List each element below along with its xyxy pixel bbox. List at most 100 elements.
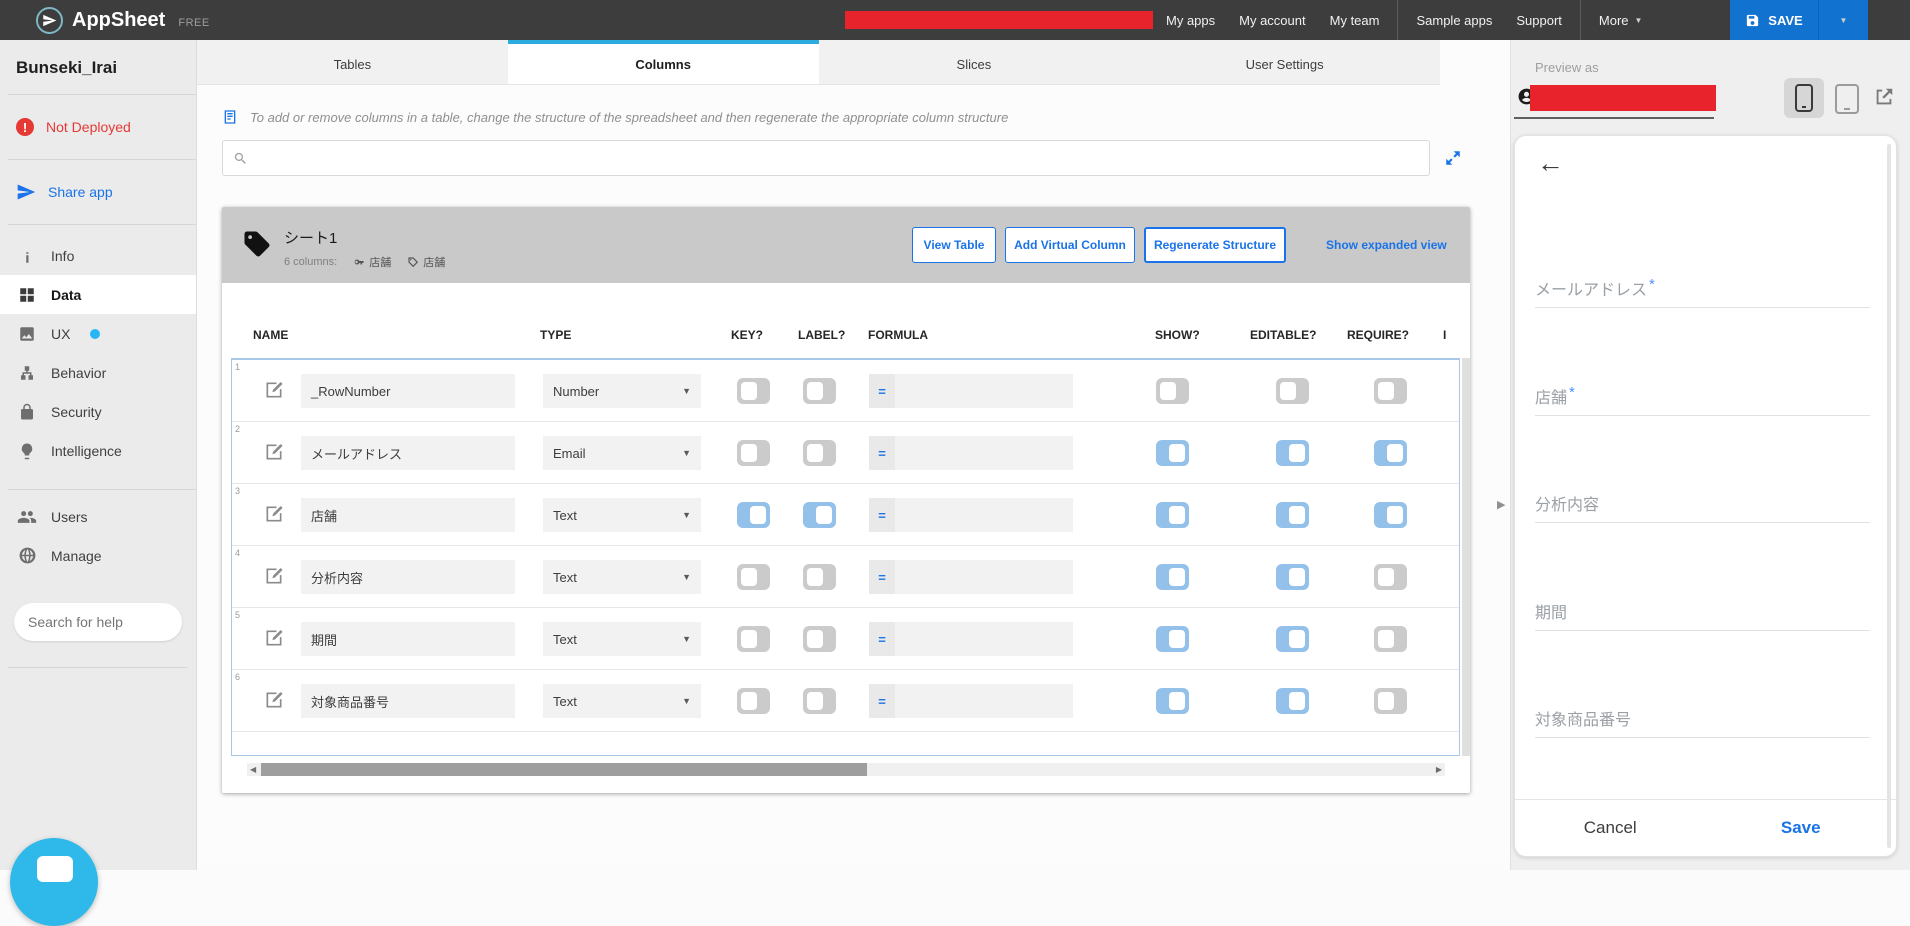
formula-field[interactable]: = [869, 436, 1073, 470]
column-search-input[interactable] [222, 140, 1430, 176]
editable-toggle[interactable] [1276, 688, 1309, 714]
nav-support[interactable]: Support [1504, 13, 1574, 28]
editable-toggle[interactable] [1276, 626, 1309, 652]
table-horizontal-scrollbar[interactable]: ◀ ▶ [247, 763, 1445, 776]
scroll-left-icon[interactable]: ◀ [250, 765, 256, 774]
sidebar-item-behavior[interactable]: Behavior [0, 353, 196, 392]
sidebar-item-security[interactable]: Security [0, 392, 196, 431]
sidebar-item-users[interactable]: Users [0, 497, 196, 536]
edit-column-icon[interactable] [264, 628, 284, 648]
more-menu[interactable]: More ▼ [1587, 13, 1655, 28]
sidebar-item-intelligence[interactable]: Intelligence [0, 431, 196, 470]
formula-field[interactable]: = [869, 684, 1073, 718]
add-virtual-column-button[interactable]: Add Virtual Column [1005, 227, 1135, 263]
save-button[interactable]: SAVE [1730, 0, 1818, 40]
preview-scrollbar[interactable] [1887, 144, 1891, 848]
show-toggle[interactable] [1156, 440, 1189, 466]
show-toggle[interactable] [1156, 502, 1189, 528]
label-toggle[interactable] [803, 440, 836, 466]
open-in-new-icon[interactable] [1873, 86, 1895, 108]
chat-widget-button[interactable] [10, 838, 98, 926]
nav-my-team[interactable]: My team [1318, 13, 1392, 28]
formula-field[interactable]: = [869, 374, 1073, 408]
show-toggle[interactable] [1156, 378, 1189, 404]
column-type-select[interactable]: Number▼ [543, 374, 701, 408]
regenerate-structure-button[interactable]: Regenerate Structure [1144, 227, 1286, 263]
sidebar-item-info[interactable]: Info [0, 236, 196, 275]
show-toggle[interactable] [1156, 564, 1189, 590]
scrollbar-thumb[interactable] [261, 763, 867, 776]
column-type-select[interactable]: Text▼ [543, 622, 701, 656]
help-search-input[interactable] [14, 614, 182, 630]
sidebar-item-ux[interactable]: UX [0, 314, 196, 353]
nav-my-account[interactable]: My account [1227, 13, 1317, 28]
form-field[interactable]: 期間* [1535, 599, 1870, 631]
key-toggle[interactable] [737, 564, 770, 590]
expand-search-icon[interactable] [1444, 149, 1462, 167]
require-toggle[interactable] [1374, 626, 1407, 652]
view-table-button[interactable]: View Table [912, 227, 996, 263]
formula-field[interactable]: = [869, 498, 1073, 532]
show-toggle[interactable] [1156, 626, 1189, 652]
show-toggle[interactable] [1156, 688, 1189, 714]
edit-column-icon[interactable] [264, 380, 284, 400]
formula-field[interactable]: = [869, 622, 1073, 656]
edit-column-icon[interactable] [264, 442, 284, 462]
column-name-input[interactable]: _RowNumber [301, 374, 515, 408]
editable-toggle[interactable] [1276, 564, 1309, 590]
column-type-select[interactable]: Text▼ [543, 684, 701, 718]
label-toggle[interactable] [803, 688, 836, 714]
key-toggle[interactable] [737, 626, 770, 652]
column-type-select[interactable]: Text▼ [543, 560, 701, 594]
label-toggle[interactable] [803, 378, 836, 404]
column-name-input[interactable]: 期間 [301, 622, 515, 656]
edit-column-icon[interactable] [264, 690, 284, 710]
require-toggle[interactable] [1374, 378, 1407, 404]
key-toggle[interactable] [737, 440, 770, 466]
form-save-button[interactable]: Save [1706, 800, 1897, 856]
editable-toggle[interactable] [1276, 378, 1309, 404]
formula-field[interactable]: = [869, 560, 1073, 594]
edit-column-icon[interactable] [264, 566, 284, 586]
form-field[interactable]: 店舗* [1535, 384, 1870, 416]
column-name-input[interactable]: メールアドレス [301, 436, 515, 470]
require-toggle[interactable] [1374, 564, 1407, 590]
panel-collapse-handle[interactable]: ▶ [1497, 498, 1505, 511]
scroll-right-icon[interactable]: ▶ [1436, 765, 1442, 774]
deployment-status[interactable]: ! Not Deployed [0, 95, 196, 159]
save-dropdown-button[interactable]: ▼ [1818, 0, 1868, 40]
form-field[interactable]: メールアドレス* [1535, 276, 1870, 308]
key-toggle[interactable] [737, 688, 770, 714]
cancel-button[interactable]: Cancel [1515, 800, 1706, 856]
show-expanded-view-link[interactable]: Show expanded view [1326, 238, 1447, 252]
tablet-preview-button[interactable] [1835, 84, 1859, 114]
column-type-select[interactable]: Email▼ [543, 436, 701, 470]
form-field[interactable]: 分析内容* [1535, 491, 1870, 523]
sidebar-item-data[interactable]: Data [0, 275, 196, 314]
editable-toggle[interactable] [1276, 440, 1309, 466]
label-toggle[interactable] [803, 626, 836, 652]
key-toggle[interactable] [737, 378, 770, 404]
tab-tables[interactable]: Tables [197, 40, 508, 84]
tab-columns[interactable]: Columns [508, 40, 819, 84]
require-toggle[interactable] [1374, 440, 1407, 466]
label-toggle[interactable] [803, 564, 836, 590]
column-name-input[interactable]: 対象商品番号 [301, 684, 515, 718]
edit-column-icon[interactable] [264, 504, 284, 524]
phone-preview-button[interactable] [1784, 78, 1824, 118]
column-name-input[interactable]: 店舗 [301, 498, 515, 532]
table-vertical-scrollbar[interactable] [1462, 358, 1470, 756]
column-name-input[interactable]: 分析内容 [301, 560, 515, 594]
tab-user-settings[interactable]: User Settings [1129, 40, 1440, 84]
require-toggle[interactable] [1374, 502, 1407, 528]
column-type-select[interactable]: Text▼ [543, 498, 701, 532]
appsheet-logo[interactable]: AppSheet FREE [36, 0, 210, 40]
editable-toggle[interactable] [1276, 502, 1309, 528]
require-toggle[interactable] [1374, 688, 1407, 714]
back-arrow-icon[interactable]: ← [1537, 148, 1564, 179]
label-toggle[interactable] [803, 502, 836, 528]
tab-slices[interactable]: Slices [819, 40, 1130, 84]
share-app-button[interactable]: Share app [0, 160, 196, 224]
nav-my-apps[interactable]: My apps [1154, 13, 1227, 28]
nav-sample-apps[interactable]: Sample apps [1404, 13, 1504, 28]
